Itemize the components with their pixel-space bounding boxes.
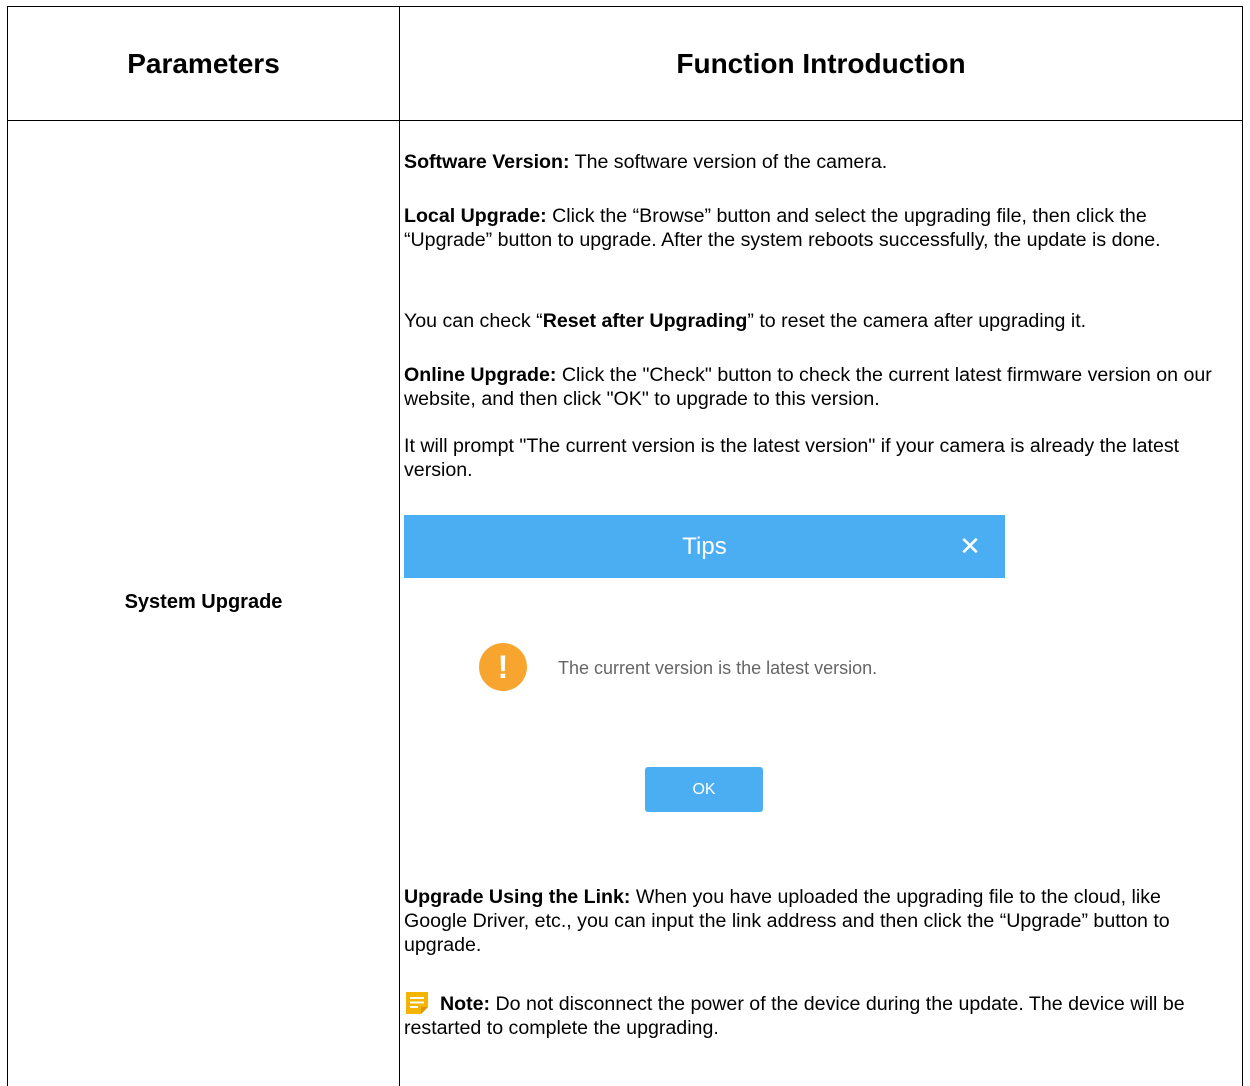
reset-prefix: You can check “ [404, 310, 543, 332]
software-version-text: The software version of the camera. [569, 151, 888, 173]
column-divider [399, 7, 400, 1086]
close-icon[interactable]: ✕ [957, 533, 983, 559]
online-upgrade-paragraph: Online Upgrade: Click the "Check" button… [404, 363, 1224, 411]
reset-paragraph: You can check “Reset after Upgrading” to… [404, 309, 1224, 333]
tips-dialog-header: Tips ✕ [404, 515, 1005, 578]
local-upgrade-paragraph: Local Upgrade: Click the “Browse” button… [404, 204, 1224, 252]
ok-button[interactable]: OK [645, 767, 763, 812]
header-divider [8, 120, 1242, 121]
link-upgrade-label: Upgrade Using the Link: [404, 886, 631, 908]
note-label: Note: [440, 993, 491, 1015]
header-parameters: Parameters [127, 47, 280, 79]
warning-icon: ! [479, 643, 527, 691]
parameter-name: System Upgrade [124, 591, 283, 613]
tips-dialog-title: Tips [682, 533, 727, 560]
software-version-label: Software Version: [404, 151, 570, 173]
reset-option-label: Reset after Upgrading [542, 310, 748, 332]
header-function-introduction: Function Introduction [676, 47, 966, 79]
link-upgrade-paragraph: Upgrade Using the Link: When you have up… [404, 885, 1224, 957]
prompt-text: It will prompt "The current version is t… [404, 435, 1180, 481]
prompt-paragraph: It will prompt "The current version is t… [404, 434, 1224, 482]
tips-dialog-message: The current version is the latest versio… [558, 658, 878, 678]
software-version-paragraph: Software Version: The software version o… [404, 150, 1224, 174]
local-upgrade-label: Local Upgrade: [404, 205, 547, 227]
online-upgrade-label: Online Upgrade: [404, 364, 557, 386]
note-icon [404, 990, 430, 1016]
note-paragraph: Note: Do not disconnect the power of the… [404, 992, 1224, 1040]
note-text: Do not disconnect the power of the devic… [404, 993, 1185, 1039]
reset-suffix: ” to reset the camera after upgrading it… [747, 310, 1087, 332]
